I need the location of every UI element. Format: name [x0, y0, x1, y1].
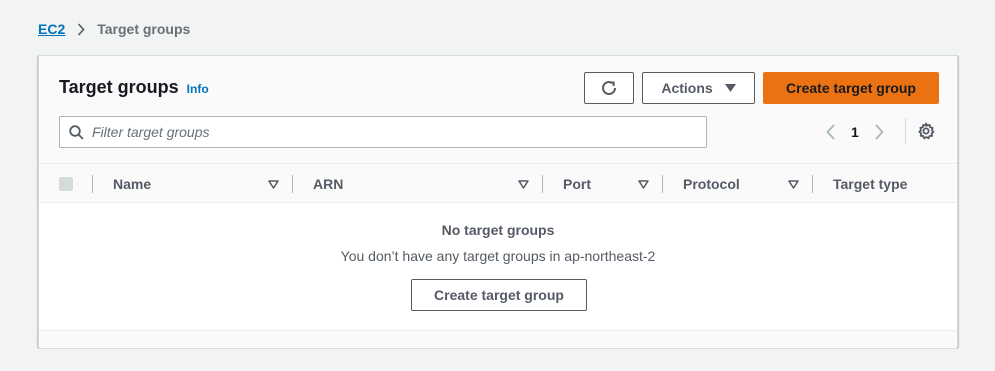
column-arn-label: ARN: [313, 176, 344, 192]
pagination: 1: [821, 122, 889, 142]
column-separator: [812, 175, 813, 193]
panel-footer: [39, 330, 957, 348]
empty-create-target-group-button[interactable]: Create target group: [411, 279, 587, 311]
create-target-group-button[interactable]: Create target group: [763, 72, 939, 104]
title-row: Target groups Info: [59, 77, 209, 98]
empty-state-description: You don’t have any target groups in ap-n…: [340, 248, 656, 264]
chevron-right-icon: [77, 22, 85, 36]
table-header: Name ARN Port Protocol Target type: [39, 165, 957, 203]
sort-down-icon[interactable]: [788, 179, 799, 189]
info-link[interactable]: Info: [187, 82, 209, 96]
select-all-checkbox[interactable]: [59, 177, 73, 191]
chevron-right-icon[interactable]: [871, 122, 889, 142]
sort-down-icon[interactable]: [268, 179, 279, 189]
refresh-icon: [600, 79, 618, 97]
column-header-name[interactable]: Name: [113, 165, 293, 203]
empty-state-title: No target groups: [441, 222, 555, 238]
page-number[interactable]: 1: [851, 124, 859, 140]
search-icon: [69, 124, 84, 140]
column-separator: [92, 175, 93, 193]
filter-target-groups-input[interactable]: [92, 124, 682, 140]
target-groups-panel: Target groups Info Actions Create target…: [38, 55, 958, 348]
column-protocol-label: Protocol: [683, 176, 740, 192]
column-port-label: Port: [563, 176, 591, 192]
column-name-label: Name: [113, 176, 152, 192]
column-header-port[interactable]: Port: [563, 165, 663, 203]
column-separator: [292, 175, 293, 193]
actions-label: Actions: [661, 80, 713, 96]
page-title: Target groups: [59, 77, 179, 97]
filter-search-box: [59, 116, 707, 148]
column-separator: [542, 175, 543, 193]
column-header-target-type[interactable]: Target type: [833, 165, 953, 203]
breadcrumb-current: Target groups: [97, 21, 191, 37]
column-separator: [662, 175, 663, 193]
gear-icon[interactable]: [916, 121, 936, 141]
column-header-arn[interactable]: ARN: [313, 165, 543, 203]
actions-dropdown-button[interactable]: Actions: [642, 72, 755, 104]
chevron-left-icon[interactable]: [821, 122, 839, 142]
sort-down-icon[interactable]: [518, 179, 529, 189]
column-target-type-label: Target type: [833, 176, 908, 192]
refresh-button[interactable]: [584, 72, 634, 104]
column-header-protocol[interactable]: Protocol: [683, 165, 813, 203]
pager-divider: [905, 118, 906, 144]
breadcrumb: EC2 Target groups: [38, 19, 190, 39]
caret-down-icon: [724, 84, 736, 92]
panel-header: Target groups Info Actions Create target…: [39, 56, 957, 164]
breadcrumb-ec2-link[interactable]: EC2: [38, 21, 65, 37]
sort-down-icon[interactable]: [638, 179, 649, 189]
